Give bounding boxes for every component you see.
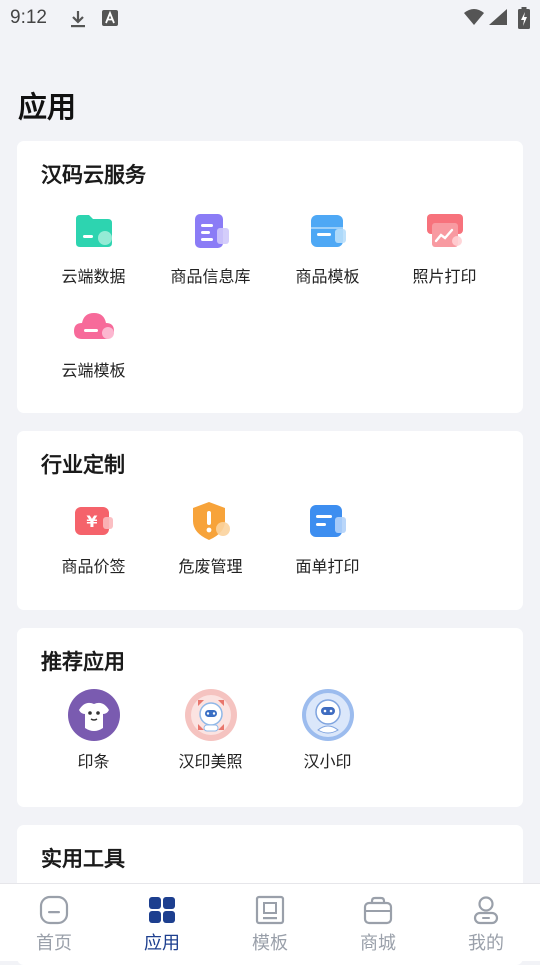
photo-print-icon (426, 214, 463, 247)
app-product-template[interactable]: 商品模板 (269, 207, 386, 301)
tab-profile[interactable]: 我的 (432, 884, 540, 961)
status-bar: 9:12 (0, 0, 540, 36)
app-label: 商品价签 (61, 557, 126, 576)
notification-a-icon (102, 10, 118, 26)
status-time: 9:12 (10, 7, 47, 28)
page-title: 应用 (18, 90, 77, 124)
tab-shop[interactable]: 商城 (324, 884, 432, 961)
svg-text:¥: ¥ (86, 512, 97, 531)
section-title-industry: 行业定制 (41, 453, 125, 477)
app-cloud-data[interactable]: 云端数据 (35, 207, 152, 301)
profile-icon (473, 896, 499, 925)
bottom-tab-bar: 首页 应用 模板 商城 我的 (0, 883, 540, 961)
app-hazard-management[interactable]: 危废管理 (152, 497, 269, 591)
hanxiaoyin-app-icon (301, 689, 354, 741)
tab-home[interactable]: 首页 (0, 884, 108, 961)
yintiao-app-icon (67, 689, 120, 741)
app-photo-print[interactable]: 照片打印 (386, 207, 503, 301)
signal-icon (489, 9, 507, 25)
app-cloud-template[interactable]: 云端模板 (35, 301, 152, 395)
app-hanyin-meizhao[interactable]: 汉印美照 (152, 688, 269, 782)
folder-icon (75, 215, 112, 247)
home-icon (39, 895, 69, 925)
section-title-cloud: 汉码云服务 (41, 163, 146, 187)
app-hanxiaoyin[interactable]: 汉小印 (269, 688, 386, 782)
app-label: 汉小印 (303, 752, 352, 771)
shop-bag-icon (363, 896, 393, 925)
recommended-card: 推荐应用 印条 汉印美照 汉小印 (17, 628, 523, 807)
app-label: 商品模板 (295, 267, 360, 286)
app-label: 云端数据 (61, 267, 126, 286)
tab-label: 应用 (144, 933, 180, 954)
app-price-tag[interactable]: ¥ 商品价签 (35, 497, 152, 591)
section-title-tools: 实用工具 (41, 847, 125, 871)
cloud-icon (73, 313, 114, 339)
waybill-icon (309, 505, 346, 537)
section-title-recommended: 推荐应用 (41, 650, 125, 674)
battery-charging-icon (518, 7, 530, 29)
template-icon (310, 215, 346, 247)
hanyin-meizhao-app-icon (184, 689, 237, 741)
template-frame-icon (255, 895, 285, 925)
hazard-shield-icon (192, 502, 230, 540)
price-tag-icon: ¥ (74, 507, 113, 535)
app-label: 面单打印 (295, 557, 360, 576)
app-label: 商品信息库 (170, 267, 251, 286)
app-yintiao[interactable]: 印条 (35, 688, 152, 782)
document-icon (194, 214, 229, 248)
cloud-services-card: 汉码云服务 云端数据 商品信息库 商品模板 照片打印 云端模板 (17, 141, 523, 413)
tab-apps[interactable]: 应用 (108, 884, 216, 961)
app-label: 危废管理 (178, 557, 243, 576)
wifi-icon (464, 9, 484, 25)
app-label: 汉印美照 (178, 752, 243, 771)
download-icon (71, 11, 85, 28)
industry-card: 行业定制 ¥ 商品价签 危废管理 面单打印 (17, 431, 523, 610)
app-label: 云端模板 (61, 361, 126, 380)
app-label: 印条 (77, 752, 110, 771)
app-waybill-print[interactable]: 面单打印 (269, 497, 386, 591)
app-product-library[interactable]: 商品信息库 (152, 207, 269, 301)
tab-label: 商城 (360, 933, 396, 954)
tab-label: 首页 (36, 933, 72, 954)
tab-templates[interactable]: 模板 (216, 884, 324, 961)
apps-grid-icon (149, 897, 175, 923)
app-label: 照片打印 (412, 267, 477, 286)
tab-label: 模板 (252, 933, 288, 954)
tab-label: 我的 (468, 933, 504, 954)
